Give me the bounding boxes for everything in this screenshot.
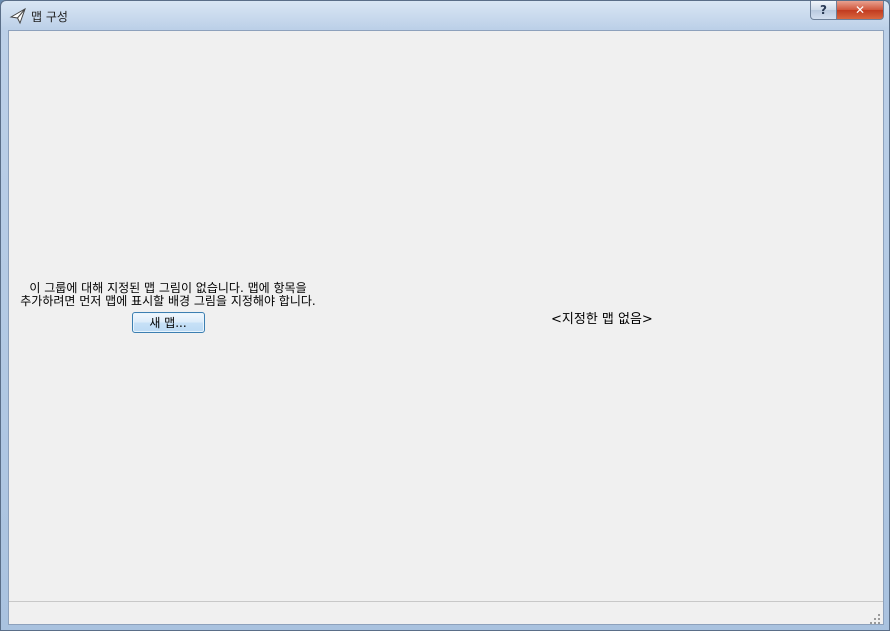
map-picture-panel: 이 그룹에 대해 지정된 맵 그림이 없습니다. 맵에 항목을 추가하려면 먼저… — [13, 282, 323, 333]
paper-plane-icon — [9, 7, 27, 25]
resize-grip-icon[interactable] — [869, 610, 881, 624]
no-map-message: 이 그룹에 대해 지정된 맵 그림이 없습니다. 맵에 항목을 추가하려면 먼저… — [20, 281, 316, 308]
new-map-button[interactable]: 새 맵... — [131, 312, 205, 333]
close-button[interactable]: ✕ — [837, 1, 884, 20]
status-bar — [9, 601, 883, 624]
client-area: 이 그룹에 대해 지정된 맵 그림이 없습니다. 맵에 항목을 추가하려면 먼저… — [8, 30, 884, 625]
caption-buttons: ? ✕ — [810, 1, 884, 21]
dialog-window: 맵 구성 ? ✕ 이 그룹에 대해 지정된 맵 그림이 없습니다. 맵에 항목을… — [0, 0, 890, 631]
window-title: 맵 구성 — [31, 10, 68, 24]
help-button[interactable]: ? — [810, 1, 837, 20]
no-map-label: <지정한 맵 없음> — [551, 312, 653, 327]
